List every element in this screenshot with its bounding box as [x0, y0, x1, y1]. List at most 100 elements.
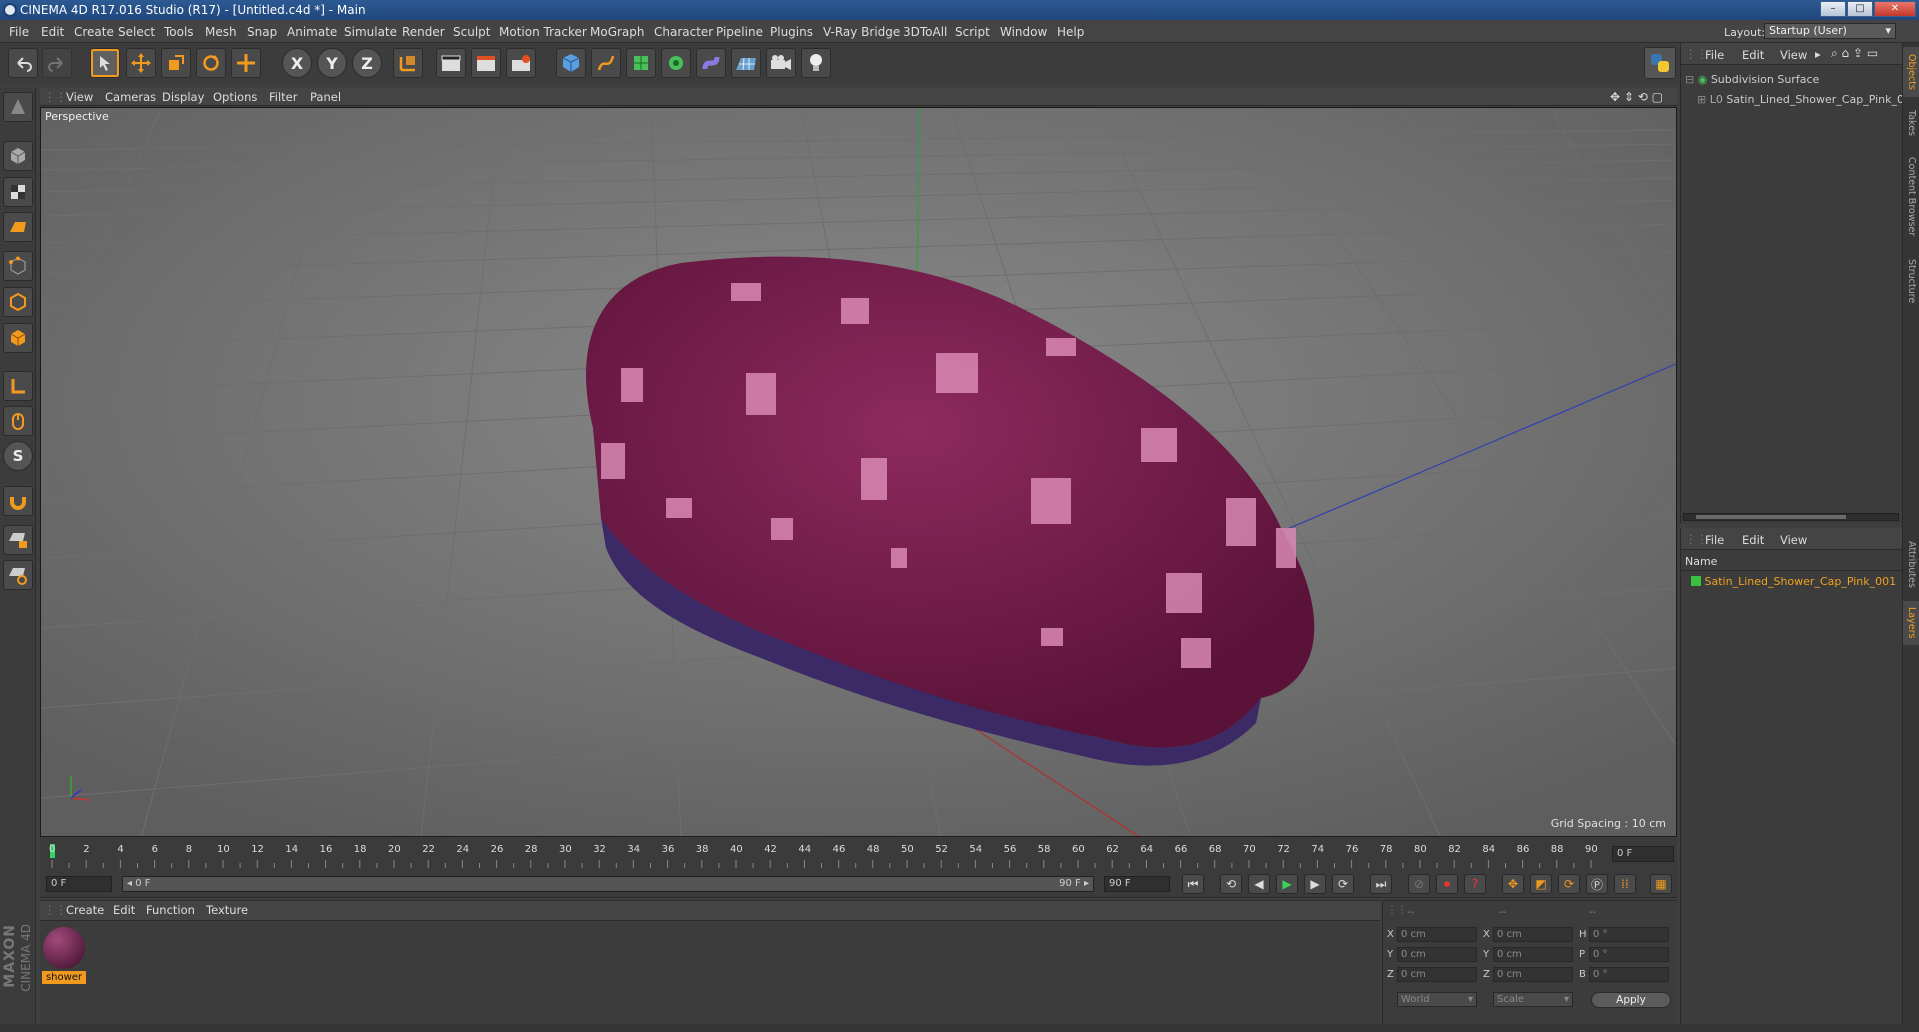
coordinate-mode-select[interactable]: World ▾ [1397, 992, 1477, 1007]
end-frame-field[interactable]: 90 F [1104, 876, 1170, 892]
move-tool-button[interactable] [126, 48, 156, 78]
current-frame-field[interactable]: 0 F [1612, 846, 1674, 862]
rot-b-field[interactable]: 0 ° [1589, 967, 1669, 982]
recent-tool-button[interactable] [231, 48, 261, 78]
menu-script[interactable]: Script [955, 25, 990, 39]
apply-button[interactable]: Apply [1591, 992, 1671, 1008]
tweak-mode-button[interactable] [3, 406, 33, 436]
menu-select[interactable]: Select [118, 25, 155, 39]
menu-mograph[interactable]: MoGraph [590, 25, 645, 39]
coordinate-system-button[interactable] [393, 48, 423, 78]
menu-more-icon[interactable]: ▸ [1815, 47, 1821, 61]
menu-simulate[interactable]: Simulate [344, 25, 397, 39]
layer-menu-file[interactable]: File [1705, 533, 1724, 547]
layer-color-swatch[interactable] [1691, 576, 1701, 586]
object-row-shower-cap[interactable]: ⊞ L0 Satin_Lined_Shower_Cap_Pink_001 [1697, 93, 1902, 106]
material-preview-sphere[interactable] [43, 927, 85, 969]
tab-layers[interactable]: Layers [1903, 601, 1919, 645]
add-nurbs-button[interactable] [626, 48, 656, 78]
edges-mode-button[interactable] [3, 287, 33, 317]
add-spline-button[interactable] [591, 48, 621, 78]
axis-mode-button[interactable] [3, 371, 33, 401]
locked-workplane-button[interactable] [3, 525, 33, 555]
object-menu-view[interactable]: View [1780, 48, 1807, 62]
menu-create[interactable]: Create [74, 25, 114, 39]
viewport-menu-cameras[interactable]: Cameras [105, 90, 156, 104]
scrollbar-thumb[interactable] [1696, 515, 1846, 519]
pos-z-field[interactable]: 0 cm [1397, 967, 1477, 982]
material-menu-edit[interactable]: Edit [113, 903, 135, 917]
go-to-previous-key-button[interactable]: ⟲ [1220, 874, 1242, 894]
add-floor-button[interactable] [731, 48, 761, 78]
material-menu-create[interactable]: Create [66, 903, 104, 917]
rotate-tool-button[interactable] [196, 48, 226, 78]
object-menu-edit[interactable]: Edit [1742, 48, 1764, 62]
object-row-subdivision-surface[interactable]: ⊟ ◉ Subdivision Surface [1685, 73, 1819, 86]
timeline-ruler[interactable]: 0 2 4 6 8 10 12 14 16 18 20 22 24 26 28 30 32 34 36 38 40 42 4… [40, 838, 1677, 870]
z-axis-lock-button[interactable]: Z [352, 48, 382, 78]
layer-menu-view[interactable]: View [1780, 533, 1807, 547]
viewport-menu-filter[interactable]: Filter [269, 90, 297, 104]
menu-plugins[interactable]: Plugins [770, 25, 813, 39]
viewport-menu-options[interactable]: Options [213, 90, 257, 104]
tab-takes[interactable]: Takes [1903, 103, 1919, 143]
rot-h-field[interactable]: 0 ° [1589, 927, 1669, 942]
add-array-button[interactable] [661, 48, 691, 78]
object-horizontal-scrollbar[interactable] [1683, 513, 1899, 521]
texture-mode-button[interactable] [3, 177, 33, 207]
menu-help[interactable]: Help [1057, 25, 1084, 39]
autokey-button[interactable]: ⏺ [1436, 874, 1458, 894]
model-mode-button[interactable] [3, 141, 33, 171]
keyframe-selection-button[interactable]: ? [1464, 874, 1486, 894]
menu-window[interactable]: Window [1000, 25, 1047, 39]
layer-menu-edit[interactable]: Edit [1742, 533, 1764, 547]
material-menu-texture[interactable]: Texture [206, 903, 248, 917]
object-menu-file[interactable]: File [1705, 48, 1724, 62]
viewport-menu-view[interactable]: View [66, 90, 93, 104]
snap-button[interactable]: S [3, 441, 33, 471]
key-rotation-button[interactable]: ⟳ [1558, 874, 1580, 894]
add-deformer-button[interactable] [696, 48, 726, 78]
object-search-home-icons[interactable]: ⌕ ⌂ ⇪ ▭ [1831, 46, 1878, 61]
timeline-window-button[interactable]: ▦ [1650, 874, 1672, 894]
python-button[interactable] [1644, 47, 1676, 79]
undo-button[interactable] [8, 48, 38, 78]
add-light-button[interactable] [801, 48, 831, 78]
go-to-next-key-button[interactable]: ⟳ [1332, 874, 1354, 894]
tab-attributes[interactable]: Attributes [1903, 533, 1919, 595]
viewport-menu-display[interactable]: Display [162, 90, 204, 104]
render-view-button[interactable] [436, 48, 466, 78]
key-scale-button[interactable]: ◩ [1530, 874, 1552, 894]
material-menu-function[interactable]: Function [146, 903, 195, 917]
start-frame-field[interactable]: 0 F [46, 876, 112, 892]
close-button[interactable]: ✕ [1874, 1, 1916, 17]
menu-render[interactable]: Render [402, 25, 445, 39]
layer-row-shower-cap[interactable]: Satin_Lined_Shower_Cap_Pink_001 [1691, 575, 1903, 588]
menu-tools[interactable]: Tools [164, 25, 194, 39]
go-to-end-button[interactable]: ⏭ [1370, 874, 1392, 894]
rot-p-field[interactable]: 0 ° [1589, 947, 1669, 962]
material-name-label[interactable]: shower [42, 971, 86, 984]
layout-select[interactable]: Startup (User) ▾ [1764, 23, 1896, 39]
live-selection-button[interactable] [90, 48, 120, 78]
scale-tool-button[interactable] [161, 48, 191, 78]
pos-y-field[interactable]: 0 cm [1397, 947, 1477, 962]
maximize-button[interactable]: □ [1847, 1, 1873, 17]
tab-objects[interactable]: Objects [1903, 47, 1919, 97]
key-parameter-button[interactable]: Ⓟ [1586, 874, 1608, 894]
menu-3dtoall[interactable]: 3DToAll [903, 25, 947, 39]
tab-structure[interactable]: Structure [1903, 251, 1919, 311]
minimize-button[interactable]: – [1820, 1, 1846, 17]
menu-character[interactable]: Character [654, 25, 713, 39]
tab-content-browser[interactable]: Content Browser [1903, 149, 1919, 245]
record-keys-button[interactable]: ⊘ [1408, 874, 1430, 894]
go-to-start-button[interactable]: ⏮ [1182, 874, 1204, 894]
redo-button[interactable] [42, 48, 72, 78]
make-editable-button[interactable] [3, 92, 33, 122]
y-axis-lock-button[interactable]: Y [317, 48, 347, 78]
add-cube-button[interactable] [556, 48, 586, 78]
menu-edit[interactable]: Edit [41, 25, 64, 39]
size-x-field[interactable]: 0 cm [1493, 927, 1573, 942]
menu-pipeline[interactable]: Pipeline [716, 25, 763, 39]
collapse-toggle-icon[interactable]: ⊟ [1685, 73, 1694, 86]
